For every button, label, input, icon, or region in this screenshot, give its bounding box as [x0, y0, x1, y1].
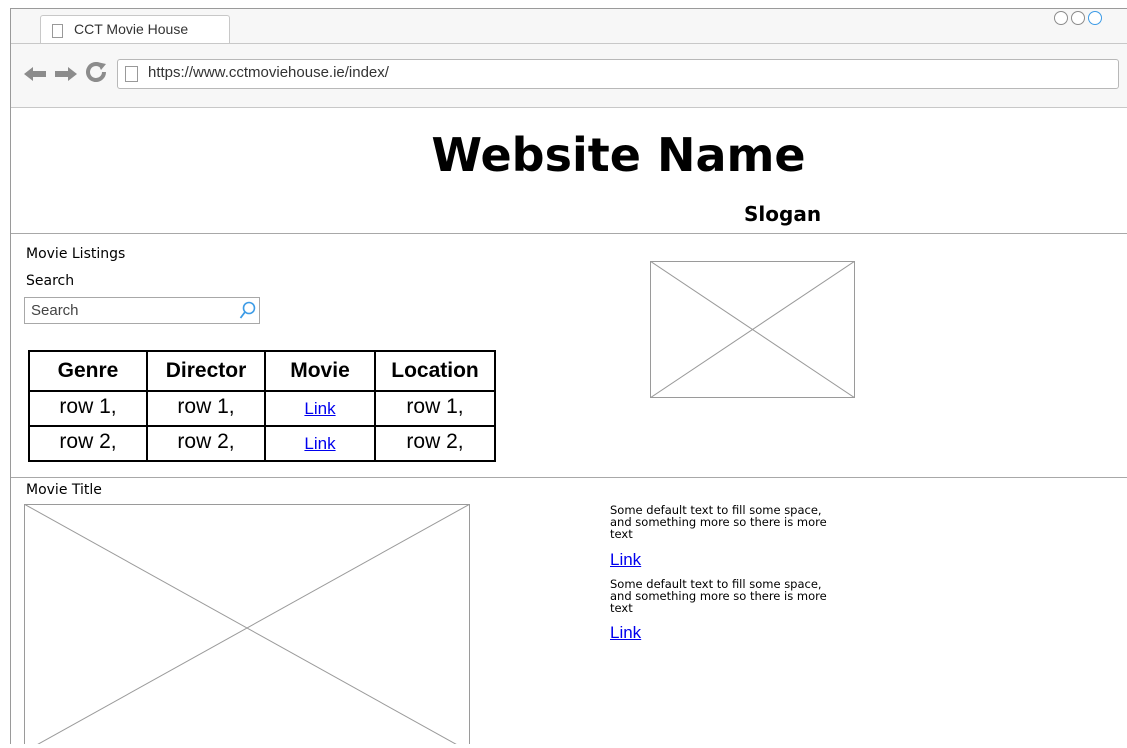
browser-tab[interactable]: CCT Movie House: [40, 15, 230, 43]
table-cell: row 1,: [374, 390, 496, 427]
movie-link[interactable]: Link: [304, 434, 335, 454]
table-cell: row 1,: [28, 390, 148, 427]
movie-listings-heading: Movie Listings: [26, 246, 126, 262]
table-cell: row 2,: [374, 425, 496, 462]
search-icon[interactable]: [239, 301, 257, 325]
site-name: Website Name: [431, 128, 806, 182]
column-header-movie[interactable]: Movie: [264, 350, 376, 392]
table-header-row: Genre Director Movie Location: [28, 350, 496, 392]
page-icon: [52, 24, 63, 38]
divider: [11, 233, 1127, 234]
tab-title: CCT Movie House: [74, 21, 189, 37]
forward-arrow-icon[interactable]: [53, 66, 77, 85]
back-arrow-icon[interactable]: [24, 66, 48, 85]
blurb-link[interactable]: Link: [610, 550, 641, 570]
address-bar[interactable]: https://www.cctmoviehouse.ie/index/: [117, 59, 1119, 89]
table-cell: row 2,: [28, 425, 148, 462]
url-text[interactable]: https://www.cctmoviehouse.ie/index/: [148, 64, 389, 81]
image-placeholder: [649, 260, 856, 402]
table-row: row 1, row 1, Link row 1,: [28, 390, 496, 427]
listings-table: Genre Director Movie Location row 1, row…: [28, 350, 496, 462]
image-placeholder: [23, 503, 471, 748]
search-box: [24, 297, 260, 324]
movie-link[interactable]: Link: [304, 399, 335, 419]
blurb-link[interactable]: Link: [610, 623, 641, 643]
divider: [11, 477, 1127, 478]
search-label: Search: [26, 273, 75, 289]
movie-title-label: Movie Title: [26, 482, 102, 498]
column-header-location[interactable]: Location: [374, 350, 496, 392]
slogan: Slogan: [744, 202, 822, 226]
blurb-text: Some default text to fill some space, an…: [610, 503, 827, 541]
window-control-circle-icon[interactable]: [1088, 11, 1102, 25]
column-header-director[interactable]: Director: [146, 350, 266, 392]
table-cell: Link: [264, 390, 376, 427]
window-control-circle-icon[interactable]: [1054, 11, 1068, 25]
table-row: row 2, row 2, Link row 2,: [28, 425, 496, 462]
window-control-circle-icon[interactable]: [1071, 11, 1085, 25]
table-cell: row 1,: [146, 390, 266, 427]
reload-icon[interactable]: [86, 62, 108, 87]
tab-strip-divider: [11, 43, 1127, 44]
table-cell: row 2,: [146, 425, 266, 462]
table-cell: Link: [264, 425, 376, 462]
blurb-text: Some default text to fill some space, an…: [610, 577, 827, 615]
column-header-genre[interactable]: Genre: [28, 350, 148, 392]
search-input[interactable]: [25, 298, 225, 323]
page-icon: [125, 66, 138, 82]
